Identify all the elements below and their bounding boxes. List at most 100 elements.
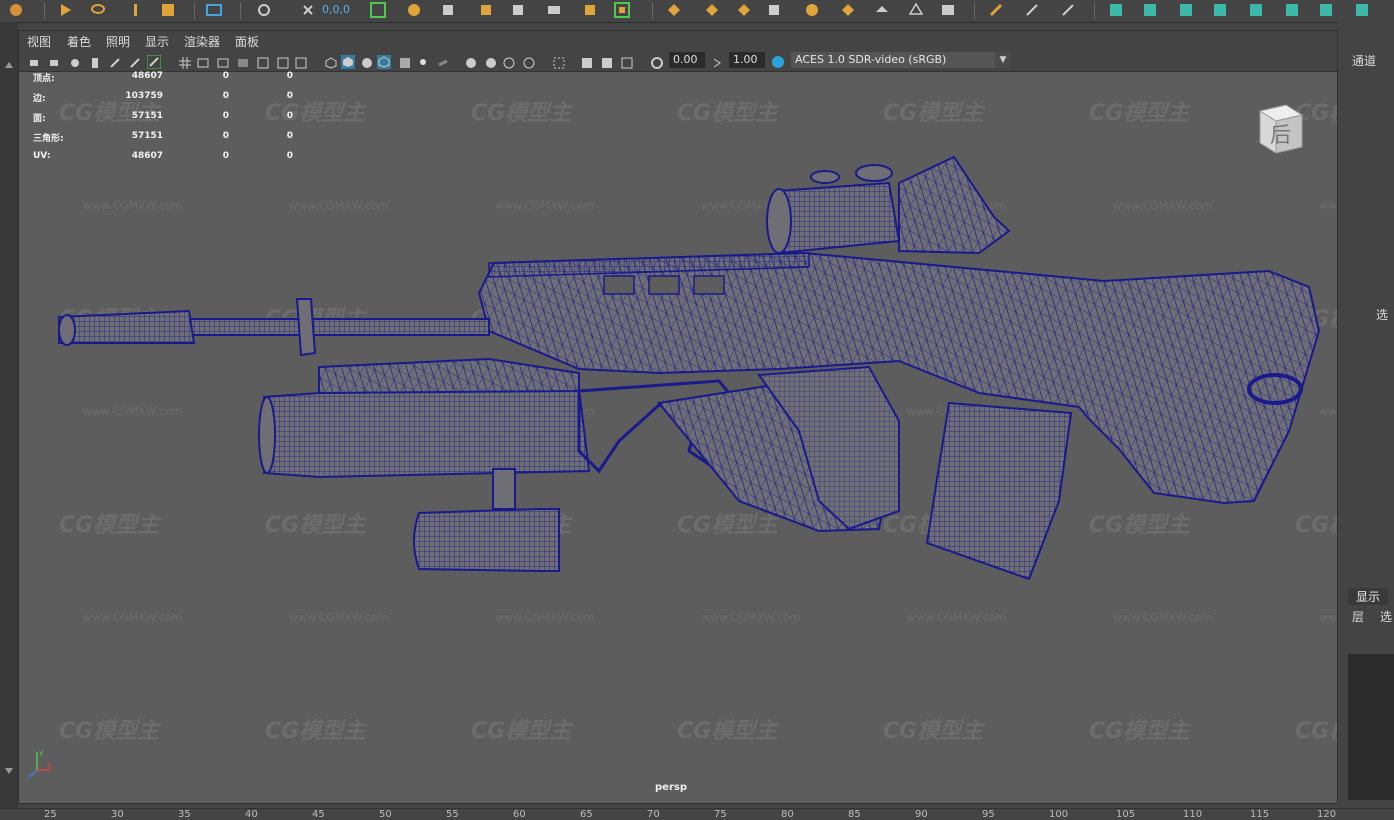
channel-tab[interactable]: 通道 bbox=[1352, 52, 1376, 69]
menu-show[interactable]: 显示 bbox=[145, 33, 169, 50]
motion-blur-icon[interactable] bbox=[485, 54, 497, 68]
paint-select-icon[interactable] bbox=[128, 2, 144, 18]
symmetry-icon[interactable] bbox=[406, 2, 422, 18]
image-plane-icon[interactable] bbox=[89, 54, 101, 68]
uv-unfold-icon[interactable] bbox=[1212, 2, 1228, 18]
bookmark-icon[interactable] bbox=[69, 54, 81, 67]
xray-icon[interactable] bbox=[581, 54, 593, 68]
select-menu[interactable]: 选 bbox=[1380, 608, 1392, 625]
default-material-icon[interactable] bbox=[361, 54, 373, 68]
ipr-render-icon[interactable] bbox=[614, 2, 630, 18]
anti-aliasing-icon[interactable] bbox=[503, 54, 515, 69]
menu-lighting[interactable]: 照明 bbox=[106, 33, 130, 50]
toolbar-separator bbox=[44, 2, 45, 20]
sphere-icon[interactable] bbox=[804, 2, 820, 18]
menu-renderer[interactable]: 渲染器 bbox=[184, 33, 220, 50]
exposure-icon[interactable] bbox=[651, 54, 663, 69]
lighting-icon[interactable] bbox=[417, 54, 429, 66]
camera-tool-icon[interactable] bbox=[908, 2, 924, 18]
axis-y-label: y bbox=[39, 748, 44, 757]
image-plane-icon[interactable] bbox=[940, 2, 956, 18]
gate-mask-icon[interactable] bbox=[237, 54, 249, 67]
transform-tool-icon[interactable] bbox=[256, 2, 272, 18]
safe-action-icon[interactable] bbox=[277, 54, 289, 69]
grid-toggle-icon[interactable] bbox=[179, 54, 191, 69]
time-slider-ruler[interactable]: 25 30 35 40 45 50 55 60 65 70 75 80 85 90 95 100 105 110 1… bbox=[0, 808, 1394, 820]
menu-view[interactable]: 视图 bbox=[27, 33, 51, 50]
snap-curve-icon[interactable] bbox=[478, 2, 494, 18]
menu-shading[interactable]: 着色 bbox=[67, 33, 91, 50]
camera-attributes-icon[interactable] bbox=[49, 54, 61, 66]
hud-value: 0 bbox=[222, 91, 229, 101]
light-editor-icon[interactable] bbox=[766, 2, 782, 18]
exposure-field[interactable]: 0.00 bbox=[669, 52, 705, 68]
soft-select-icon[interactable] bbox=[370, 2, 386, 18]
film-gate-icon[interactable] bbox=[197, 54, 209, 68]
hypershade-icon[interactable] bbox=[704, 2, 720, 18]
xray-components-icon[interactable] bbox=[621, 54, 633, 69]
depth-of-field-icon[interactable] bbox=[523, 54, 535, 69]
grid-display-icon[interactable] bbox=[206, 2, 222, 18]
camera-select-icon[interactable] bbox=[29, 54, 41, 66]
cube-icon[interactable] bbox=[840, 2, 856, 18]
two-d-pan-icon[interactable] bbox=[109, 54, 121, 68]
plane-icon[interactable] bbox=[874, 2, 890, 18]
close-icon[interactable] bbox=[300, 2, 316, 18]
smooth-shading-icon[interactable] bbox=[341, 54, 355, 69]
snap-point-icon[interactable] bbox=[510, 2, 526, 18]
panel-menu-bar: 视图 着色 照明 显示 渲染器 面板 bbox=[19, 31, 1337, 50]
pencil-icon[interactable] bbox=[146, 54, 162, 70]
hud-value: 0 bbox=[222, 111, 229, 121]
textured-icon[interactable] bbox=[399, 54, 411, 68]
render-setup-icon[interactable] bbox=[736, 2, 752, 18]
toolbox-scroll-arrows[interactable] bbox=[0, 22, 18, 808]
uv-snapshot-icon[interactable] bbox=[1354, 2, 1370, 18]
hud-value: 0 bbox=[286, 71, 293, 81]
snap-grid-icon[interactable] bbox=[440, 2, 456, 18]
wireframe-on-shaded-icon[interactable] bbox=[377, 54, 391, 69]
ruler-tick-label: 70 bbox=[647, 809, 660, 820]
grease-pencil-icon[interactable] bbox=[129, 54, 141, 68]
xray-joints-icon[interactable] bbox=[601, 54, 613, 68]
snap-icon[interactable] bbox=[160, 2, 176, 18]
field-chart-icon[interactable] bbox=[257, 54, 269, 69]
display-tab[interactable]: 显示 bbox=[1348, 588, 1389, 605]
render-settings-icon[interactable] bbox=[666, 2, 682, 18]
layer-menu[interactable]: 层 bbox=[1352, 608, 1364, 625]
resolution-gate-icon[interactable] bbox=[217, 54, 229, 68]
ruler-tick-label: 100 bbox=[1049, 809, 1069, 820]
uv-cut-icon[interactable] bbox=[1248, 2, 1264, 18]
rifle-wireframe-model[interactable] bbox=[19, 31, 1337, 803]
uv-toolkit-icon[interactable] bbox=[1142, 2, 1158, 18]
chevron-down-icon[interactable]: ▼ bbox=[995, 52, 1011, 68]
sculpt-tool-icon[interactable] bbox=[1060, 2, 1076, 18]
gamma-field[interactable]: 1.00 bbox=[729, 52, 765, 68]
wireframe-shading-icon[interactable] bbox=[325, 54, 337, 69]
safe-title-icon[interactable] bbox=[295, 54, 307, 69]
uv-sew-icon[interactable] bbox=[1284, 2, 1300, 18]
toolbar-separator bbox=[652, 2, 653, 20]
gamma-icon[interactable] bbox=[711, 54, 723, 68]
ruler-tick-label: 50 bbox=[379, 809, 392, 820]
ambient-occlusion-icon[interactable] bbox=[465, 54, 477, 68]
shadows-icon[interactable] bbox=[437, 54, 449, 67]
menu-panels[interactable]: 面板 bbox=[235, 33, 259, 50]
uv-layout-icon[interactable] bbox=[1178, 2, 1194, 18]
isolate-select-icon[interactable] bbox=[553, 54, 565, 69]
hud-value: 0 bbox=[222, 71, 229, 81]
uv-checker-icon[interactable] bbox=[1318, 2, 1334, 18]
brush-tool-icon[interactable] bbox=[1024, 2, 1040, 18]
lasso-tool-icon[interactable] bbox=[90, 2, 106, 18]
viewport-panel[interactable]: CG模型主CG模型主CG模型主CG模型主www.CGMXW.comwww.CGM… bbox=[18, 30, 1338, 804]
select-tool-icon[interactable] bbox=[58, 2, 74, 18]
hud-row-uvs: UV: 48607 0 0 bbox=[33, 151, 293, 165]
render-frame-icon[interactable] bbox=[582, 2, 598, 18]
layer-list[interactable] bbox=[1348, 654, 1394, 800]
uv-editor-icon[interactable] bbox=[1108, 2, 1124, 18]
color-management-icon[interactable] bbox=[771, 54, 784, 68]
pen-tool-icon[interactable] bbox=[988, 2, 1004, 18]
hud-value: 48607 bbox=[131, 71, 163, 81]
menu-set-icon[interactable] bbox=[8, 2, 24, 18]
view-transform-select[interactable]: ACES 1.0 SDR-video (sRGB) bbox=[791, 52, 1011, 68]
render-view-icon[interactable] bbox=[546, 2, 562, 18]
